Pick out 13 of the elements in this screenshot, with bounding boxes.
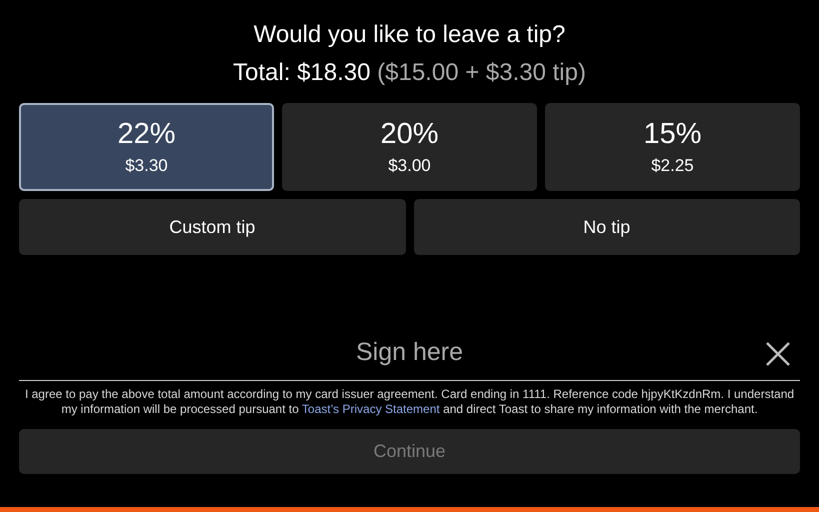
privacy-statement-link[interactable]: Toast’s Privacy Statement: [302, 402, 440, 416]
total-amount: Total: $18.30: [233, 59, 370, 86]
tip-choice-button[interactable]: No tip: [414, 199, 800, 255]
tip-option-button[interactable]: 22% $3.30: [19, 103, 274, 191]
signature-field[interactable]: Sign here: [19, 332, 800, 372]
tip-option-button[interactable]: 20% $3.00: [282, 103, 537, 191]
total-breakdown: ($15.00 + $3.30 tip): [377, 59, 586, 86]
close-button[interactable]: [766, 342, 790, 366]
tip-choice-button[interactable]: Custom tip: [19, 199, 406, 255]
agreement-text: I agree to pay the above total amount according to my card issuer agreement. Card ending in 1111. Reference code hjpyKtKzdnRm. I understand my information will be processed pursuant to Toast’s Privacy Statement and direct Toast to share my information with the merchant.: [24, 387, 796, 417]
close-icon: [766, 342, 790, 366]
tip-option-button[interactable]: 15% $2.25: [545, 103, 800, 191]
prompt-title: Would you like to leave a tip?: [252, 20, 566, 50]
